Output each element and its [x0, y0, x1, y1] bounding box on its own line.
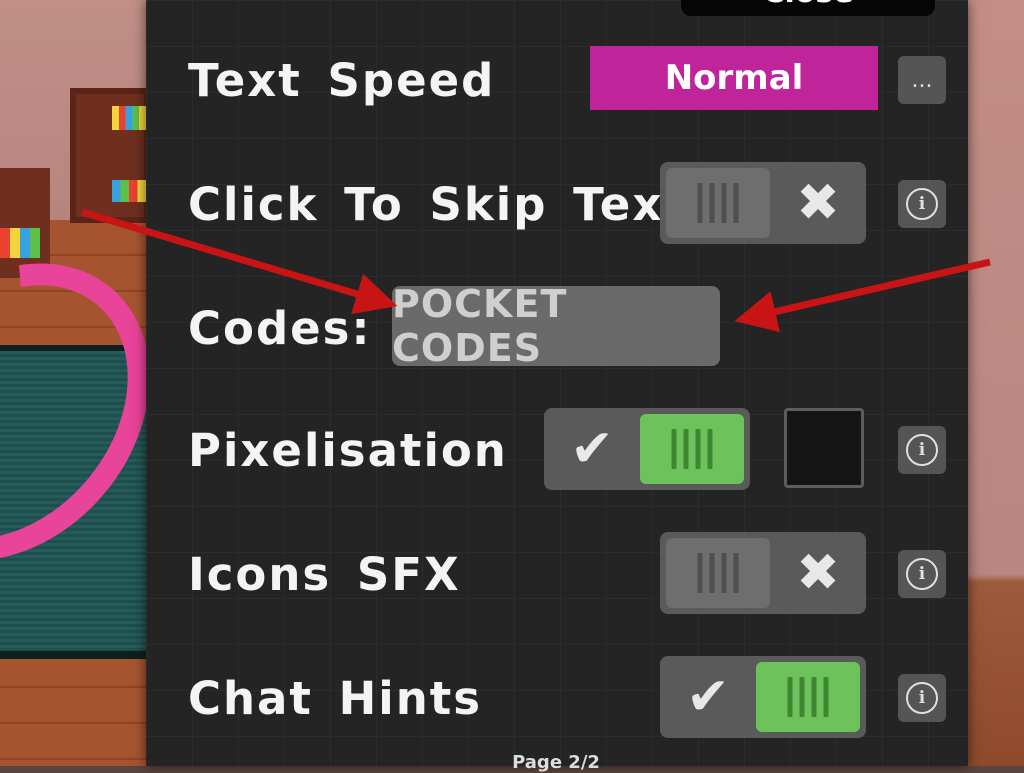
info-icon: i	[906, 188, 938, 220]
background-books	[112, 106, 146, 130]
chat-hints-info-button[interactable]: i	[898, 674, 946, 722]
click-to-skip-toggle[interactable]: ✖	[660, 162, 866, 244]
pixelisation-label: Pixelisation	[188, 424, 508, 477]
pixelisation-toggle[interactable]: ✔	[544, 408, 750, 490]
page-indicator: Page 2/2	[512, 752, 600, 773]
grip-icon	[697, 553, 739, 593]
toggle-knob	[756, 662, 860, 732]
grip-icon	[697, 183, 739, 223]
check-icon: ✔	[570, 419, 614, 479]
pocket-codes-button[interactable]: POCKET CODES	[392, 282, 720, 370]
click-to-skip-info-button[interactable]: i	[898, 180, 946, 228]
background-bookshelf-left	[0, 168, 50, 278]
settings-panel: Close Text Speed Normal ... Click To Ski…	[146, 0, 968, 773]
text-speed-more-button[interactable]: ...	[898, 56, 946, 104]
pixelisation-color-swatch[interactable]	[784, 408, 864, 488]
click-to-skip-label: Click To Skip Text	[188, 178, 687, 231]
toggle-knob	[666, 538, 770, 608]
icons-sfx-info-button[interactable]: i	[898, 550, 946, 598]
icons-sfx-toggle[interactable]: ✖	[660, 532, 866, 614]
background-bookshelf	[70, 88, 150, 223]
background-wall-right	[968, 0, 1024, 766]
background-books	[0, 228, 40, 258]
toggle-knob	[666, 168, 770, 238]
pixelisation-info-button[interactable]: i	[898, 426, 946, 474]
grip-icon	[787, 677, 829, 717]
background-books	[112, 180, 146, 202]
codes-label: Codes:	[188, 302, 372, 355]
text-speed-button[interactable]: Normal	[590, 46, 878, 110]
text-speed-label: Text Speed	[188, 54, 496, 107]
chat-hints-toggle[interactable]: ✔	[660, 656, 866, 738]
info-icon: i	[906, 558, 938, 590]
cross-icon: ✖	[796, 543, 840, 603]
info-icon: i	[906, 682, 938, 714]
icons-sfx-label: Icons SFX	[188, 548, 461, 601]
grip-icon	[671, 429, 713, 469]
info-icon: i	[906, 434, 938, 466]
check-icon: ✔	[686, 667, 730, 727]
cross-icon: ✖	[796, 173, 840, 233]
close-button[interactable]: Close	[681, 0, 935, 16]
chat-hints-label: Chat Hints	[188, 672, 483, 725]
toggle-knob	[640, 414, 744, 484]
